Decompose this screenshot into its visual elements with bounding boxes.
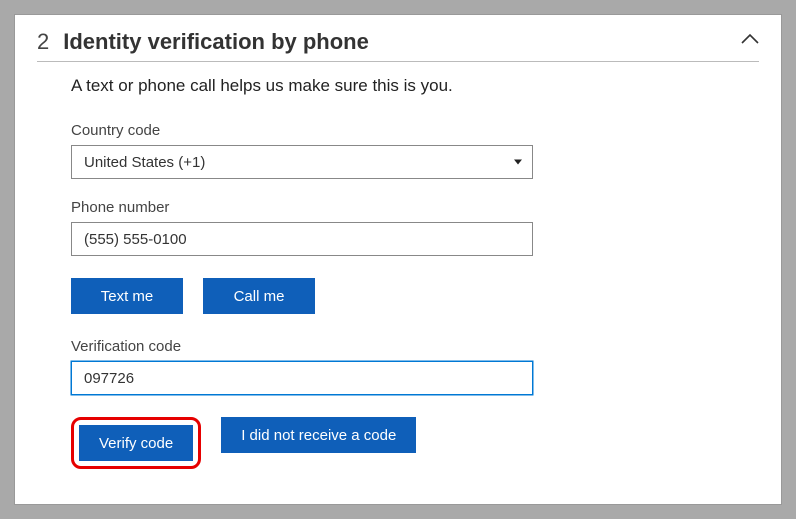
- did-not-receive-code-button[interactable]: I did not receive a code: [221, 417, 416, 453]
- verify-code-button[interactable]: Verify code: [79, 425, 193, 461]
- section-description: A text or phone call helps us make sure …: [71, 76, 749, 96]
- country-code-select[interactable]: United States (+1): [71, 145, 533, 179]
- verification-code-input[interactable]: [71, 361, 533, 395]
- verify-row: Verify code I did not receive a code: [71, 417, 749, 469]
- call-me-button[interactable]: Call me: [203, 278, 315, 314]
- step-number: 2: [37, 29, 49, 55]
- text-me-button[interactable]: Text me: [71, 278, 183, 314]
- highlight-ring: Verify code: [71, 417, 201, 469]
- country-code-label: Country code: [71, 122, 749, 139]
- verification-code-label: Verification code: [71, 338, 749, 355]
- phone-number-label: Phone number: [71, 199, 749, 216]
- identity-verification-panel: 2 Identity verification by phone A text …: [14, 14, 782, 505]
- section-content: A text or phone call helps us make sure …: [37, 76, 759, 469]
- contact-method-row: Text me Call me: [71, 278, 749, 314]
- chevron-down-icon: [514, 160, 522, 165]
- section-header: 2 Identity verification by phone: [37, 29, 759, 62]
- chevron-up-icon[interactable]: [741, 33, 759, 45]
- section-title: Identity verification by phone: [63, 29, 759, 55]
- country-code-value: United States (+1): [84, 154, 205, 171]
- phone-number-input[interactable]: [71, 222, 533, 256]
